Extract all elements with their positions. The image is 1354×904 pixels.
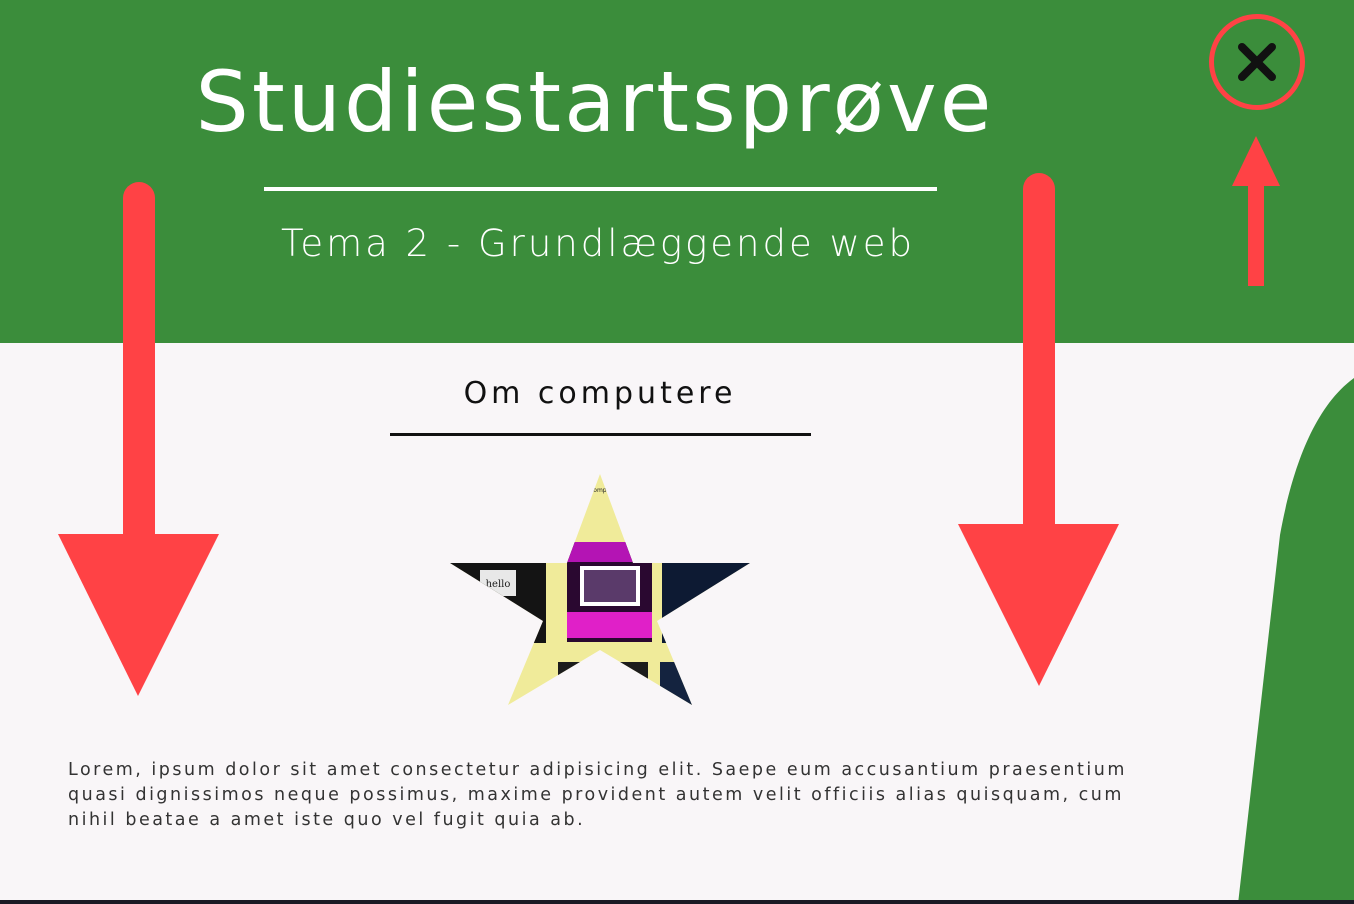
- arrow-down-right-icon: [958, 173, 1119, 686]
- arrow-down-left-icon: [58, 182, 219, 696]
- bottom-edge: [0, 900, 1354, 904]
- title-divider: [264, 187, 937, 191]
- section-title: Om computere: [463, 376, 737, 411]
- arrow-up-icon: [1232, 136, 1280, 286]
- body-paragraph: Lorem, ipsum dolor sit amet consectetur …: [68, 760, 1127, 830]
- star-image-caption: Om computere: [578, 487, 623, 494]
- section-divider: [390, 433, 811, 436]
- decorative-green-shape: [1210, 378, 1354, 904]
- page-title: Studiestartsprøve: [195, 53, 995, 151]
- close-button[interactable]: [1209, 14, 1305, 110]
- close-icon: [1238, 43, 1276, 81]
- star-image: hello Om computere: [450, 474, 750, 705]
- svg-text:hello: hello: [486, 579, 511, 590]
